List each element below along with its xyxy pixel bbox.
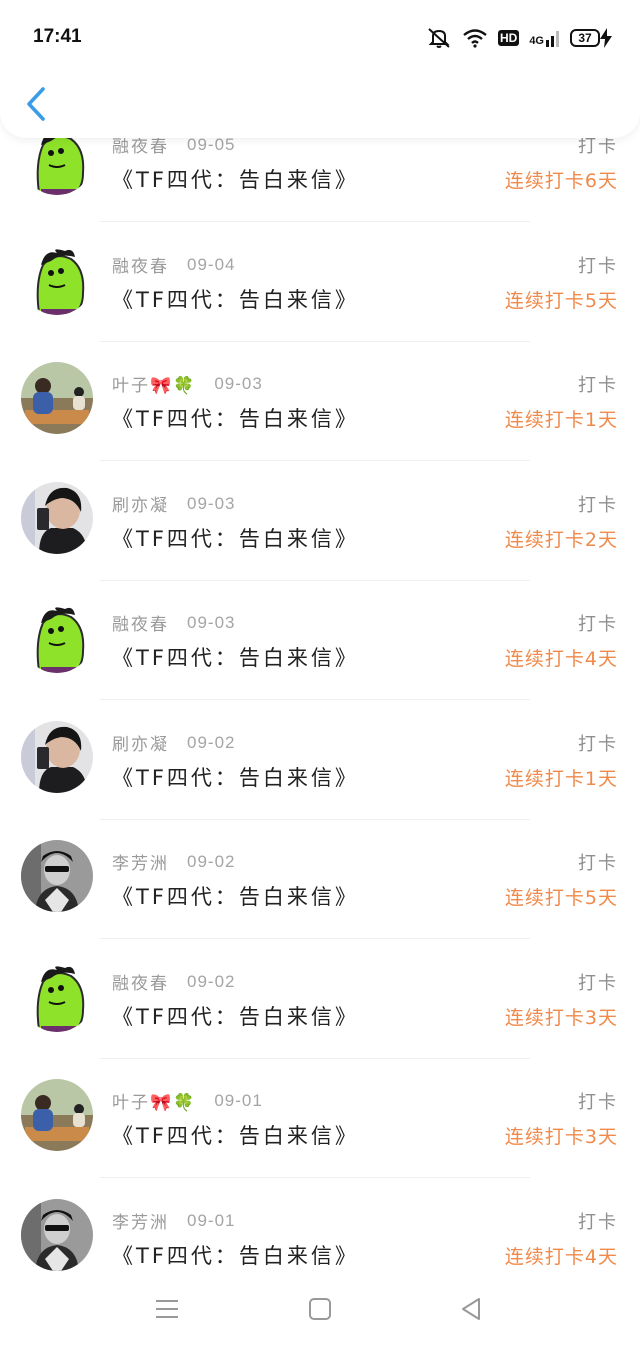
- course-title: 《TF四代：告白来信》: [112, 1244, 359, 1268]
- streak-label: 连续打卡5天: [504, 290, 618, 312]
- checkin-label: 打卡: [578, 853, 618, 874]
- system-back-button[interactable]: [451, 1289, 491, 1329]
- row-meta: 融夜春 09-03: [112, 610, 236, 636]
- row-meta: 融夜春 09-04: [112, 252, 236, 278]
- avatar[interactable]: [21, 721, 93, 793]
- row-meta: 李芳洲 09-01: [112, 1208, 236, 1234]
- avatar[interactable]: [21, 960, 93, 1032]
- list-item[interactable]: 叶子🎀🍀 09-01 《TF四代：告白来信》 打卡连续打卡3天: [0, 1058, 640, 1178]
- wifi-icon: [463, 29, 487, 48]
- list-item[interactable]: 李芳洲 09-02 《TF四代：告白来信》 打卡连续打卡5天: [0, 819, 640, 939]
- user-name[interactable]: 融夜春: [112, 252, 169, 277]
- triangle-back-icon: [462, 1298, 480, 1320]
- avatar[interactable]: [21, 1079, 93, 1151]
- course-title: 《TF四代：告白来信》: [112, 885, 359, 909]
- list-item[interactable]: 融夜春 09-03 《TF四代：告白来信》 打卡连续打卡4天: [0, 580, 640, 700]
- user-name[interactable]: 叶子🎀🍀: [112, 371, 196, 396]
- streak-label: 连续打卡1天: [504, 768, 618, 790]
- row-meta: 融夜春 09-02: [112, 969, 236, 995]
- streak-label: 连续打卡6天: [504, 170, 618, 192]
- post-date: 09-04: [187, 254, 236, 274]
- course-title: 《TF四代：告白来信》: [112, 168, 359, 192]
- checkin-label: 打卡: [578, 614, 618, 635]
- user-name[interactable]: 李芳洲: [112, 849, 169, 874]
- status-time: 17:41: [33, 26, 82, 47]
- mute-bell-icon: [428, 28, 450, 48]
- course-title: 《TF四代：告白来信》: [112, 527, 359, 551]
- menu-icon: [156, 1300, 178, 1318]
- user-name[interactable]: 刷亦凝: [112, 491, 169, 516]
- user-name[interactable]: 融夜春: [112, 969, 169, 994]
- checkin-label: 打卡: [578, 1212, 618, 1233]
- course-title: 《TF四代：告白来信》: [112, 407, 359, 431]
- row-meta: 刷亦凝 09-02: [112, 730, 236, 756]
- avatar[interactable]: [21, 482, 93, 554]
- course-title: 《TF四代：告白来信》: [112, 766, 359, 790]
- list-item[interactable]: 融夜春 09-02 《TF四代：告白来信》 打卡连续打卡3天: [0, 939, 640, 1059]
- user-name[interactable]: 李芳洲: [112, 1208, 169, 1233]
- network-label: 4G: [529, 35, 544, 47]
- streak-label: 连续打卡3天: [504, 1126, 618, 1148]
- row-meta: 刷亦凝 09-03: [112, 491, 236, 517]
- list-item[interactable]: 叶子🎀🍀 09-03 《TF四代：告白来信》 打卡连续打卡1天: [0, 341, 640, 461]
- streak-label: 连续打卡4天: [504, 648, 618, 670]
- post-date: 09-02: [187, 732, 236, 752]
- checkin-label: 打卡: [578, 495, 618, 516]
- user-name[interactable]: 刷亦凝: [112, 730, 169, 755]
- avatar[interactable]: [21, 601, 93, 673]
- streak-label: 连续打卡2天: [504, 529, 618, 551]
- status-bar: 17:41 HD 4G 37: [0, 0, 640, 72]
- row-meta: 叶子🎀🍀 09-01: [112, 1088, 263, 1114]
- streak-label: 连续打卡1天: [504, 409, 618, 431]
- avatar[interactable]: [21, 362, 93, 434]
- user-name[interactable]: 融夜春: [112, 610, 169, 635]
- post-date: 09-01: [187, 1210, 236, 1230]
- hd-badge: HD: [497, 30, 520, 46]
- checkin-label: 打卡: [578, 375, 618, 396]
- charging-icon: [600, 28, 612, 48]
- menu-button[interactable]: [147, 1289, 187, 1329]
- streak-label: 连续打卡3天: [504, 1007, 618, 1029]
- square-home-icon: [309, 1298, 331, 1320]
- checkin-label: 打卡: [578, 734, 618, 755]
- battery-level: 37: [570, 29, 600, 47]
- post-date: 09-03: [187, 493, 236, 513]
- course-title: 《TF四代：告白来信》: [112, 1124, 359, 1148]
- course-title: 《TF四代：告白来信》: [112, 646, 359, 670]
- row-meta: 李芳洲 09-02: [112, 849, 236, 875]
- course-title: 《TF四代：告白来信》: [112, 1005, 359, 1029]
- avatar[interactable]: [21, 840, 93, 912]
- avatar[interactable]: [21, 1199, 93, 1271]
- post-date: 09-02: [187, 971, 236, 991]
- post-date: 09-02: [187, 851, 236, 871]
- checkin-label: 打卡: [578, 256, 618, 277]
- chevron-left-icon: [27, 87, 45, 121]
- row-meta: 叶子🎀🍀 09-03: [112, 371, 263, 397]
- streak-label: 连续打卡5天: [504, 887, 618, 909]
- user-name[interactable]: 叶子🎀🍀: [112, 1088, 196, 1113]
- status-icons: HD 4G 37: [426, 26, 612, 50]
- post-date: 09-03: [214, 373, 263, 393]
- battery-indicator: 37: [570, 28, 612, 48]
- list-item[interactable]: 刷亦凝 09-03 《TF四代：告白来信》 打卡连续打卡2天: [0, 461, 640, 581]
- list-item[interactable]: 刷亦凝 09-02 《TF四代：告白来信》 打卡连续打卡1天: [0, 700, 640, 820]
- list-item[interactable]: 融夜春 09-04 《TF四代：告白来信》 打卡连续打卡5天: [0, 222, 640, 342]
- streak-label: 连续打卡4天: [504, 1246, 618, 1268]
- system-nav-bar: [0, 1271, 640, 1351]
- course-title: 《TF四代：告白来信》: [112, 288, 359, 312]
- back-button[interactable]: [18, 84, 54, 124]
- home-button[interactable]: [300, 1289, 340, 1329]
- checkin-label: 打卡: [578, 1092, 618, 1113]
- post-date: 09-03: [187, 612, 236, 632]
- post-date: 09-01: [214, 1090, 263, 1110]
- signal-icon: 4G: [529, 29, 560, 47]
- avatar[interactable]: [21, 243, 93, 315]
- checkin-label: 打卡: [578, 973, 618, 994]
